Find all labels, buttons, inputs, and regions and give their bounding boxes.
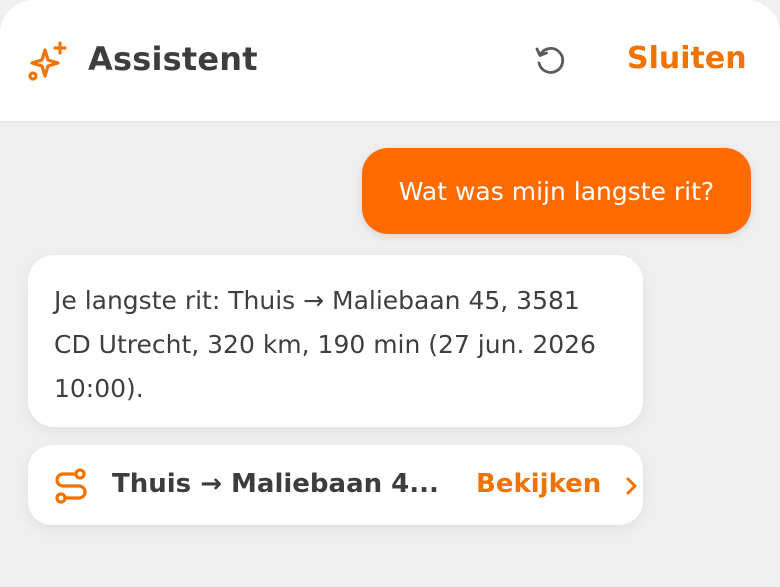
route-icon — [55, 468, 87, 504]
sparkles-icon — [28, 41, 67, 81]
user-message: Wat was mijn langste rit? — [362, 148, 751, 234]
chevron-right-icon[interactable] — [622, 474, 640, 498]
ride-title: Thuis → Maliebaan 4... — [112, 469, 439, 499]
view-ride-button[interactable]: Bekijken — [476, 469, 601, 499]
user-message-text: Wat was mijn langste rit? — [398, 176, 715, 206]
assistant-sheet: Assistent Sluiten Wat was mijn langste r… — [0, 0, 780, 587]
assistant-message-text: Je langste rit: Thuis → Maliebaan 45, 35… — [54, 286, 596, 403]
header: Assistent Sluiten — [0, 0, 780, 121]
refresh-icon[interactable] — [533, 43, 569, 79]
ride-card[interactable]: Thuis → Maliebaan 4... Bekijken — [28, 445, 643, 525]
page-title: Assistent — [88, 40, 258, 78]
assistant-message: Je langste rit: Thuis → Maliebaan 45, 35… — [28, 255, 643, 427]
close-button[interactable]: Sluiten — [627, 41, 747, 76]
